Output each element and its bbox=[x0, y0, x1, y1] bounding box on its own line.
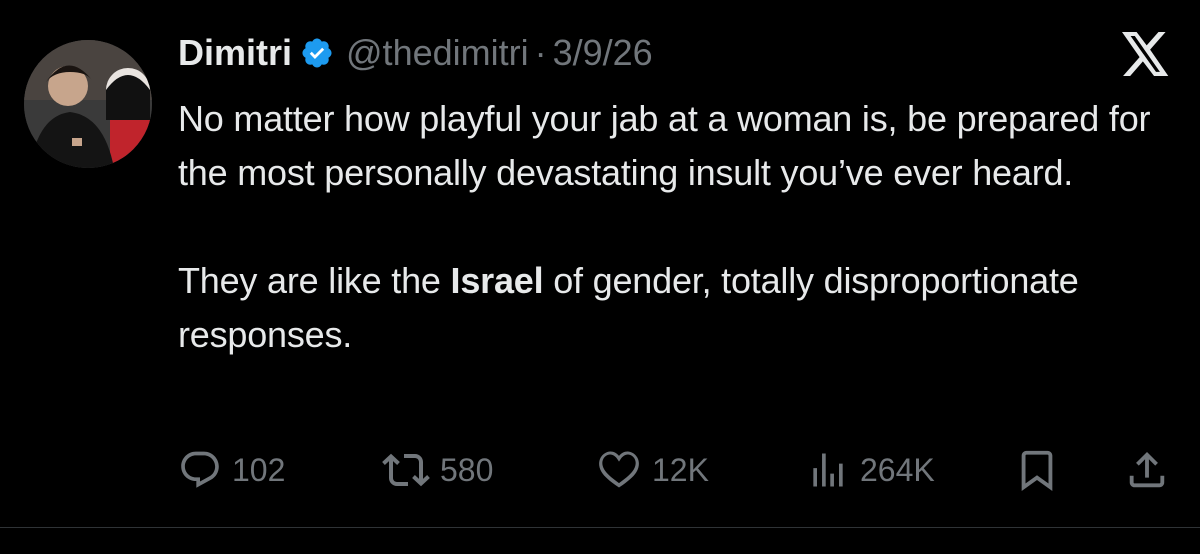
tweet-header: Dimitri @thedimitri · 3/9/26 bbox=[178, 28, 653, 78]
share-icon bbox=[1129, 451, 1165, 488]
handle[interactable]: @thedimitri bbox=[346, 32, 529, 74]
x-logo-icon[interactable] bbox=[1122, 32, 1170, 76]
tweet-paragraph-2: They are like the Israel of gender, tota… bbox=[178, 254, 1178, 362]
reply-icon bbox=[181, 451, 219, 488]
views-icon bbox=[813, 453, 843, 487]
repost-icon bbox=[382, 453, 430, 487]
tweet-paragraph-1: No matter how playful your jab at a woma… bbox=[178, 98, 1151, 193]
reply-count: 102 bbox=[232, 451, 286, 488]
display-name[interactable]: Dimitri bbox=[178, 32, 292, 74]
views-count: 264K bbox=[860, 451, 935, 488]
action-bar: 102 580 12K 264K bbox=[178, 446, 1178, 494]
tweet-text: No matter how playful your jab at a woma… bbox=[178, 92, 1178, 362]
divider bbox=[0, 527, 1200, 528]
like-button[interactable]: 12K bbox=[596, 446, 709, 494]
like-icon bbox=[599, 451, 639, 488]
bookmark-icon bbox=[1021, 450, 1053, 491]
repost-button[interactable]: 580 bbox=[382, 446, 493, 494]
avatar-image bbox=[24, 40, 152, 168]
bookmark-button[interactable] bbox=[1014, 446, 1060, 494]
tweet-paragraph-2-start: They are like the bbox=[178, 260, 451, 301]
verified-badge-icon bbox=[300, 36, 334, 70]
tweet-date[interactable]: 3/9/26 bbox=[553, 32, 653, 74]
repost-count: 580 bbox=[440, 451, 494, 488]
separator-dot: · bbox=[534, 32, 547, 73]
like-count: 12K bbox=[652, 451, 709, 488]
share-button[interactable] bbox=[1124, 446, 1170, 494]
avatar[interactable] bbox=[24, 40, 152, 168]
views-button[interactable]: 264K bbox=[806, 446, 935, 494]
tweet-card: Dimitri @thedimitri · 3/9/26 No matter h… bbox=[0, 0, 1200, 554]
reply-button[interactable]: 102 bbox=[178, 446, 285, 494]
tweet-bold-text: Israel bbox=[450, 260, 544, 301]
